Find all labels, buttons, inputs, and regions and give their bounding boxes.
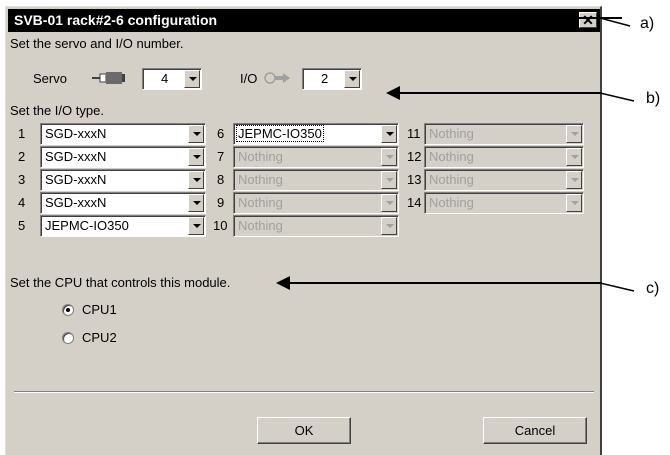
callout-b-arrowhead <box>386 86 400 100</box>
chevron-down-icon[interactable] <box>188 217 204 235</box>
instruction-io-type: Set the I/O type. <box>10 103 104 118</box>
io-slot-11-select: Nothing <box>424 123 584 145</box>
chevron-down-icon[interactable] <box>188 171 204 189</box>
io-slot-6-select[interactable]: JEPMC-IO350 <box>233 123 399 145</box>
chevron-down-icon[interactable] <box>344 70 360 88</box>
cancel-button[interactable]: Cancel <box>483 417 587 444</box>
io-slot-5-select[interactable]: JEPMC-IO350 <box>40 215 206 237</box>
servo-label: Servo <box>33 71 67 86</box>
chevron-down-icon <box>381 194 397 212</box>
io-slot-1-select[interactable]: SGD-xxxN <box>40 123 206 145</box>
divider <box>14 391 594 393</box>
io-slot-13-select: Nothing <box>424 169 584 191</box>
close-button[interactable]: ✕ <box>579 12 597 28</box>
callout-b-label: b) <box>646 90 661 107</box>
io-slot-12-select: Nothing <box>424 146 584 168</box>
io-slot-4-select[interactable]: SGD-xxxN <box>40 192 206 214</box>
io-count-select[interactable]: 2 <box>302 68 362 90</box>
chevron-down-icon <box>566 125 582 143</box>
chevron-down-icon <box>381 171 397 189</box>
ok-button[interactable]: OK <box>257 417 351 444</box>
slot-number: 1 <box>18 126 26 141</box>
slot-number: 8 <box>217 172 225 187</box>
slot-number: 13 <box>407 172 422 187</box>
callout-c-leader <box>600 282 635 292</box>
io-slot-7-select: Nothing <box>233 146 399 168</box>
instruction-servo-io: Set the servo and I/O number. <box>10 36 184 51</box>
chevron-down-icon[interactable] <box>188 125 204 143</box>
slot-number: 7 <box>217 149 225 164</box>
chevron-down-icon <box>566 171 582 189</box>
callout-b-line <box>400 92 602 94</box>
slot-number: 11 <box>407 126 421 141</box>
callout-a-arrowhead <box>270 11 284 25</box>
callout-c-arrowhead <box>276 276 290 290</box>
chevron-down-icon <box>381 148 397 166</box>
close-icon: ✕ <box>582 12 594 28</box>
io-slot-3-select[interactable]: SGD-xxxN <box>40 169 206 191</box>
instruction-cpu: Set the CPU that controls this module. <box>10 275 231 290</box>
callout-a-line <box>284 17 622 19</box>
chevron-down-icon <box>566 194 582 212</box>
slot-number: 2 <box>18 149 26 164</box>
io-slot-8-select: Nothing <box>233 169 399 191</box>
dialog-title: SVB-01 rack#2-6 configuration <box>14 12 218 28</box>
slot-number: 12 <box>407 149 422 164</box>
callout-c-label: c) <box>646 280 660 297</box>
chevron-down-icon[interactable] <box>188 194 204 212</box>
callout-b-leader <box>600 92 635 102</box>
chevron-down-icon <box>381 217 397 235</box>
io-connector-icon <box>264 72 290 84</box>
configuration-dialog: SVB-01 rack#2-6 configuration ✕ Set the … <box>5 6 602 455</box>
cpu2-radio[interactable] <box>62 332 74 344</box>
slot-number: 6 <box>217 126 225 141</box>
io-slot-14-select: Nothing <box>424 192 584 214</box>
cpu2-label[interactable]: CPU2 <box>82 330 117 345</box>
io-slot-10-select: Nothing <box>233 215 399 237</box>
cpu1-label[interactable]: CPU1 <box>82 302 117 317</box>
io-slot-2-select[interactable]: SGD-xxxN <box>40 146 206 168</box>
cpu1-radio[interactable] <box>62 304 74 316</box>
callout-c-line <box>290 282 602 284</box>
io-label: I/O <box>240 71 258 86</box>
servo-count-select[interactable]: 4 <box>142 68 202 90</box>
servo-connector-icon <box>92 72 125 84</box>
io-slot-9-select: Nothing <box>233 192 399 214</box>
slot-number: 10 <box>213 218 228 233</box>
title-bar: SVB-01 rack#2-6 configuration ✕ <box>8 9 600 32</box>
callout-a-label: a) <box>640 15 655 32</box>
slot-number: 5 <box>18 218 26 233</box>
callout-a-leader <box>600 17 631 27</box>
slot-number: 4 <box>18 195 26 210</box>
chevron-down-icon[interactable] <box>184 70 200 88</box>
slot-number: 9 <box>217 195 225 210</box>
slot-number: 14 <box>407 195 422 210</box>
chevron-down-icon[interactable] <box>381 125 397 143</box>
chevron-down-icon[interactable] <box>188 148 204 166</box>
slot-number: 3 <box>18 172 26 187</box>
chevron-down-icon <box>566 148 582 166</box>
